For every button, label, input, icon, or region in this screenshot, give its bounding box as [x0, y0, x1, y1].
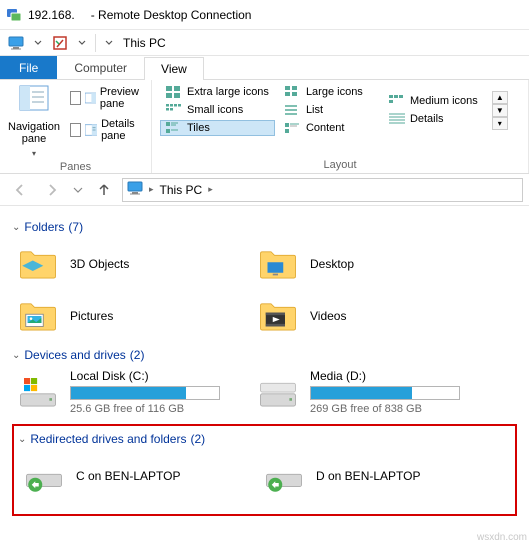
- preview-pane-label: Preview pane: [100, 86, 147, 110]
- drive-usage-bar: [70, 386, 220, 400]
- layout-small-icons[interactable]: Small icons: [160, 102, 275, 118]
- title-suffix: - Remote Desktop Connection: [91, 8, 252, 22]
- content-area: ⌄ Folders (7) 3D Objects Desktop Picture…: [0, 206, 529, 516]
- folder-videos[interactable]: Videos: [252, 290, 492, 342]
- folders-grid: 3D Objects Desktop Pictures Videos: [12, 238, 517, 342]
- thispc-crumb-icon: [127, 180, 143, 199]
- section-folders-count: (7): [68, 220, 83, 234]
- tab-view[interactable]: View: [144, 57, 204, 80]
- tile-subtitle: 25.6 GB free of 116 GB: [70, 403, 248, 415]
- chevron-down-icon: ⌄: [12, 222, 20, 233]
- drive-local-c[interactable]: Local Disk (C:) 25.6 GB free of 116 GB: [12, 366, 252, 418]
- section-devices-count: (2): [130, 348, 145, 362]
- checkbox-icon: [70, 91, 81, 105]
- ribbon-group-layout: Extra large icons Small icons Tiles Larg…: [152, 80, 529, 173]
- navigation-pane-button[interactable]: Navigation pane ▾: [8, 84, 60, 159]
- redirected-drive-icon: [262, 454, 306, 498]
- chevron-down-icon: ▾: [32, 149, 36, 158]
- rdp-icon: [6, 7, 22, 23]
- watermark: wsxdn.com: [477, 532, 527, 543]
- ribbon-tabs: File Computer View: [0, 56, 529, 80]
- layout-gallery-scroll: ▲ ▼ ▾: [492, 91, 508, 130]
- tile-title: C on BEN-LAPTOP: [76, 469, 254, 483]
- qat-dropdown2-icon[interactable]: [74, 32, 90, 54]
- drive-usage-bar: [310, 386, 460, 400]
- nav-forward-button[interactable]: [38, 178, 66, 202]
- folder-icon: [256, 294, 300, 338]
- chevron-right-icon[interactable]: ▸: [208, 184, 213, 195]
- tab-computer[interactable]: Computer: [57, 56, 144, 79]
- section-devices-header[interactable]: ⌄ Devices and drives (2): [12, 348, 517, 362]
- chevron-down-icon: ⌄: [18, 434, 26, 445]
- redirected-grid: C on BEN-LAPTOP D on BEN-LAPTOP: [18, 450, 511, 502]
- chevron-down-icon: ⌄: [12, 350, 20, 361]
- drives-grid: Local Disk (C:) 25.6 GB free of 116 GB M…: [12, 366, 517, 418]
- scroll-down-button[interactable]: ▼: [492, 104, 508, 117]
- title-ip: 192.168.: [28, 8, 75, 22]
- tile-subtitle: 269 GB free of 838 GB: [310, 403, 488, 415]
- qat-location: This PC: [123, 36, 166, 50]
- folder-icon: [16, 294, 60, 338]
- panes-group-label: Panes: [8, 159, 143, 173]
- tile-title: D on BEN-LAPTOP: [316, 469, 494, 483]
- separator: [95, 34, 96, 52]
- preview-pane-button[interactable]: Preview pane: [66, 84, 151, 112]
- ribbon: Navigation pane ▾ Preview pane Details p…: [0, 80, 529, 174]
- details-pane-button[interactable]: Details pane: [66, 116, 151, 144]
- details-pane-label: Details pane: [101, 118, 147, 142]
- tile-title: Videos: [310, 309, 488, 323]
- redirected-highlight-box: ⌄ Redirected drives and folders (2) C on…: [12, 424, 517, 516]
- layout-group-label: Layout: [160, 157, 520, 171]
- chevron-right-icon[interactable]: ▸: [149, 184, 154, 195]
- layout-tiles[interactable]: Tiles: [160, 120, 275, 136]
- nav-back-button[interactable]: [6, 178, 34, 202]
- drive-os-icon: [16, 370, 60, 414]
- section-redirected-title: Redirected drives and folders: [30, 432, 186, 446]
- folder-desktop[interactable]: Desktop: [252, 238, 492, 290]
- properties-icon[interactable]: [48, 32, 72, 54]
- folder-3d-objects[interactable]: 3D Objects: [12, 238, 252, 290]
- scroll-up-button[interactable]: ▲: [492, 91, 508, 104]
- section-devices-title: Devices and drives: [24, 348, 125, 362]
- tile-title: Media (D:): [310, 369, 488, 383]
- layout-extra-large-icons[interactable]: Extra large icons: [160, 84, 275, 100]
- drive-media-d[interactable]: Media (D:) 269 GB free of 838 GB: [252, 366, 492, 418]
- address-bar-row: ▸ This PC ▸: [0, 174, 529, 206]
- redirected-drive-c[interactable]: C on BEN-LAPTOP: [18, 450, 258, 502]
- quick-access-toolbar: This PC: [0, 30, 529, 56]
- tile-title: 3D Objects: [70, 257, 248, 271]
- nav-history-button[interactable]: [70, 178, 86, 202]
- layout-content[interactable]: Content: [279, 120, 379, 136]
- folder-icon: [16, 242, 60, 286]
- layout-medium-icons[interactable]: Medium icons: [383, 93, 484, 109]
- section-folders-title: Folders: [24, 220, 64, 234]
- checkbox-icon: [70, 123, 81, 137]
- section-redirected-header[interactable]: ⌄ Redirected drives and folders (2): [18, 432, 511, 446]
- redirected-drive-d[interactable]: D on BEN-LAPTOP: [258, 450, 498, 502]
- layout-list[interactable]: List: [279, 102, 379, 118]
- section-folders-header[interactable]: ⌄ Folders (7): [12, 220, 517, 234]
- navigation-pane-label: Navigation pane: [8, 121, 60, 145]
- qat-dropdown-icon[interactable]: [30, 32, 46, 54]
- qat-customize-icon[interactable]: [101, 32, 117, 54]
- tab-file[interactable]: File: [0, 56, 57, 79]
- ribbon-group-panes: Navigation pane ▾ Preview pane Details p…: [0, 80, 152, 173]
- address-bar[interactable]: ▸ This PC ▸: [122, 178, 523, 202]
- tile-title: Pictures: [70, 309, 248, 323]
- thispc-icon[interactable]: [4, 32, 28, 54]
- tile-title: Local Disk (C:): [70, 369, 248, 383]
- scroll-expand-button[interactable]: ▾: [492, 117, 508, 130]
- nav-up-button[interactable]: [90, 178, 118, 202]
- redirected-drive-icon: [22, 454, 66, 498]
- layout-details[interactable]: Details: [383, 111, 484, 127]
- drive-icon: [256, 370, 300, 414]
- breadcrumb-thispc[interactable]: This PC: [160, 183, 203, 197]
- folder-pictures[interactable]: Pictures: [12, 290, 252, 342]
- layout-large-icons[interactable]: Large icons: [279, 84, 379, 100]
- folder-icon: [256, 242, 300, 286]
- tile-title: Desktop: [310, 257, 488, 271]
- section-redirected-count: (2): [190, 432, 205, 446]
- window-titlebar: 192.168. - Remote Desktop Connection: [0, 0, 529, 30]
